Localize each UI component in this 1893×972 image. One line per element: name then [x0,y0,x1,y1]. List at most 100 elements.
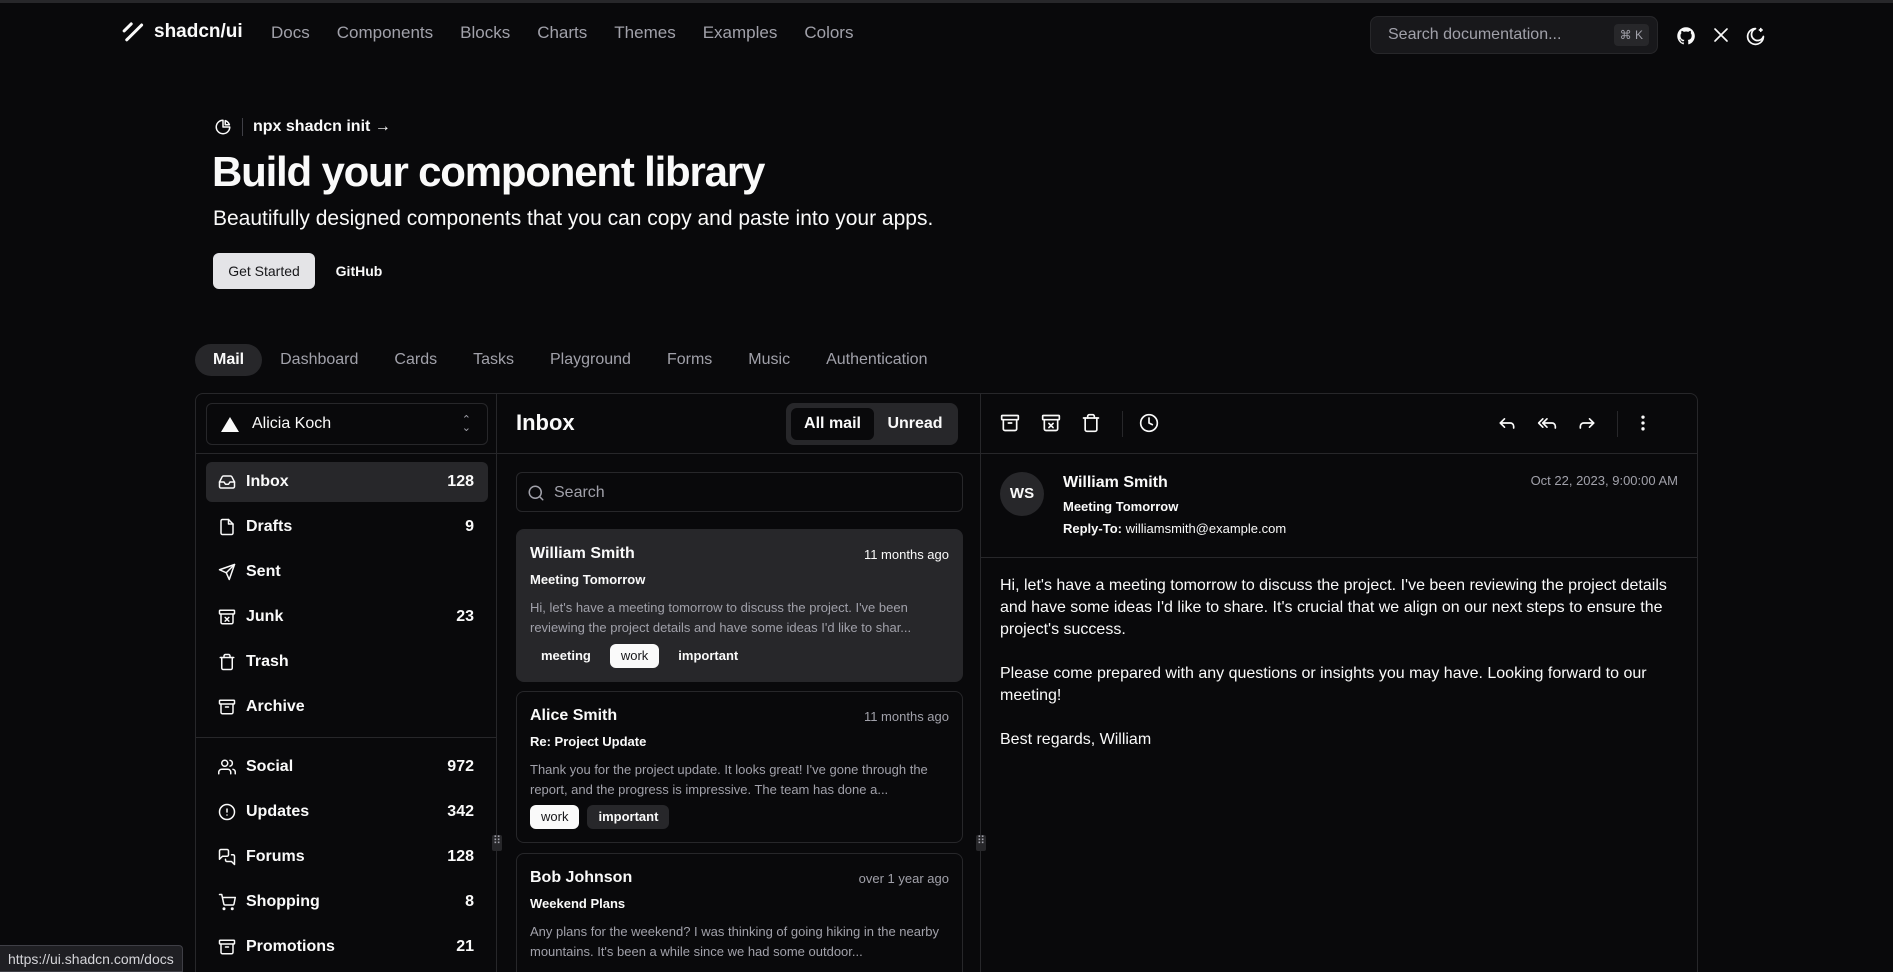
nav-link-themes[interactable]: Themes [614,23,675,43]
account-switcher[interactable]: Alicia Koch ⌃ ⌄ [206,403,488,445]
tab-unread[interactable]: Unread [876,408,954,440]
nav-link-colors[interactable]: Colors [804,23,853,43]
sidebar-item-label: Social [246,758,294,775]
mail-list-item[interactable]: Bob Johnson over 1 year ago Weekend Plan… [516,853,963,972]
sidebar-item-updates[interactable]: Updates 342 [206,792,488,832]
nav-link-components[interactable]: Components [337,23,433,43]
account-name: Alicia Koch [252,415,332,432]
mail-list-item[interactable]: William Smith 11 months ago Meeting Tomo… [516,529,963,682]
nav-link-charts[interactable]: Charts [537,23,587,43]
github-icon[interactable] [1676,26,1696,46]
mail-search-input[interactable]: Search [516,472,963,512]
sidebar-item-archive[interactable]: Archive [206,687,488,727]
forward-icon[interactable] [1577,413,1597,433]
sidebar-item-social[interactable]: Social 972 [206,747,488,787]
tab-playground[interactable]: Playground [532,344,649,376]
reply-to-label: Reply-To: [1063,521,1122,536]
messages-icon [218,848,236,866]
inbox-title: Inbox [516,410,575,435]
archive-icon[interactable] [1000,413,1020,433]
link-status-bar: https://ui.shadcn.com/docs [0,945,183,972]
divider [981,453,1697,454]
sidebar-item-label: Shopping [246,893,320,910]
mail-example: Alicia Koch ⌃ ⌄ Inbox 128 Drafts 9 Sent J… [195,393,1698,972]
sidebar-item-count: 128 [447,848,474,865]
tag-badge: important [587,805,670,829]
nav-link-blocks[interactable]: Blocks [460,23,510,43]
more-vertical-icon[interactable] [1633,413,1653,433]
github-button[interactable]: GitHub [325,253,393,289]
mail-sender: William Smith [530,545,635,562]
announcement-link[interactable]: npx shadcn init → [214,118,391,136]
mail-sender: Bob Johnson [530,869,633,886]
sidebar-item-promotions[interactable]: Promotions 21 [206,927,488,967]
mail-tags: work important [530,805,670,829]
sidebar-item-shopping[interactable]: Shopping 8 [206,882,488,922]
sidebar-item-count: 21 [456,938,474,955]
mail-preview: Any plans for the weekend? I was thinkin… [530,924,940,959]
detail-subject: Meeting Tomorrow [1063,499,1179,514]
archive-x-icon [218,608,236,626]
reply-icon[interactable] [1497,413,1517,433]
sidebar-item-count: 9 [465,518,474,535]
logo-icon [122,21,144,43]
tab-forms[interactable]: Forms [649,344,730,376]
get-started-button[interactable]: Get Started [213,253,315,289]
announcement-separator [242,118,243,136]
tab-all-mail[interactable]: All mail [791,408,874,440]
tab-music[interactable]: Music [730,344,808,376]
tab-authentication[interactable]: Authentication [808,344,945,376]
nav-link-docs[interactable]: Docs [271,23,310,43]
sidebar-item-inbox[interactable]: Inbox 128 [206,462,488,502]
logo-link[interactable]: shadcn/ui [122,21,243,43]
archive-icon [218,698,236,716]
theme-toggle-icon[interactable] [1745,26,1765,46]
x-icon[interactable] [1712,26,1732,46]
sidebar-item-junk[interactable]: Junk 23 [206,597,488,637]
site-header: shadcn/ui Docs Components Blocks Charts … [0,3,1893,61]
sidebar-item-count: 972 [447,758,474,775]
clock-icon[interactable] [1139,413,1159,433]
reply-to-address: williamsmith@example.com [1125,521,1287,536]
mail-detail-panel: WS William Smith Meeting Tomorrow Reply-… [981,394,1697,972]
cart-icon [218,893,236,911]
file-icon [218,518,236,536]
nav-link-examples[interactable]: Examples [703,23,778,43]
tag-badge: meeting [541,648,591,663]
tab-mail[interactable]: Mail [195,344,263,376]
resize-handle-left[interactable] [492,834,502,851]
sidebar-item-count: 23 [456,608,474,625]
sidebar-item-label: Junk [246,608,284,625]
sidebar-item-count: 342 [447,803,474,820]
toolbar-separator [1617,411,1618,437]
sidebar-item-label: Archive [246,698,305,715]
search-documentation-button[interactable]: Search documentation... ⌘ K [1370,16,1658,54]
tab-cards[interactable]: Cards [376,344,455,376]
tab-dashboard[interactable]: Dashboard [262,344,376,376]
mail-time: 11 months ago [863,709,949,724]
sidebar-item-count: 8 [465,893,474,910]
archive-x-icon[interactable] [1041,413,1061,433]
tag-badge: work [609,644,660,668]
trash-icon[interactable] [1081,413,1101,433]
sidebar-item-label: Forums [246,848,305,865]
resize-handle-right[interactable] [976,834,986,851]
search-placeholder: Search [554,484,605,501]
sidebar-item-drafts[interactable]: Drafts 9 [206,507,488,547]
divider [981,557,1697,558]
pie-chart-icon [214,118,232,136]
reply-all-icon[interactable] [1537,413,1557,433]
sidebar-item-forums[interactable]: Forums 128 [206,837,488,877]
search-shortcut-kbd: ⌘ K [1613,24,1649,46]
mail-preview: Thank you for the project update. It loo… [530,762,928,797]
tab-tasks[interactable]: Tasks [455,344,532,376]
mail-subject: Weekend Plans [530,896,626,911]
account-logo-icon [221,417,239,432]
sidebar-item-sent[interactable]: Sent [206,552,488,592]
mail-list-item[interactable]: Alice Smith 11 months ago Re: Project Up… [516,691,963,843]
divider [497,453,980,454]
mail-tags: meeting work important [530,644,749,668]
body-paragraph: Please come prepared with any questions … [1000,665,1647,704]
sidebar-item-trash[interactable]: Trash [206,642,488,682]
trash-icon [218,653,236,671]
